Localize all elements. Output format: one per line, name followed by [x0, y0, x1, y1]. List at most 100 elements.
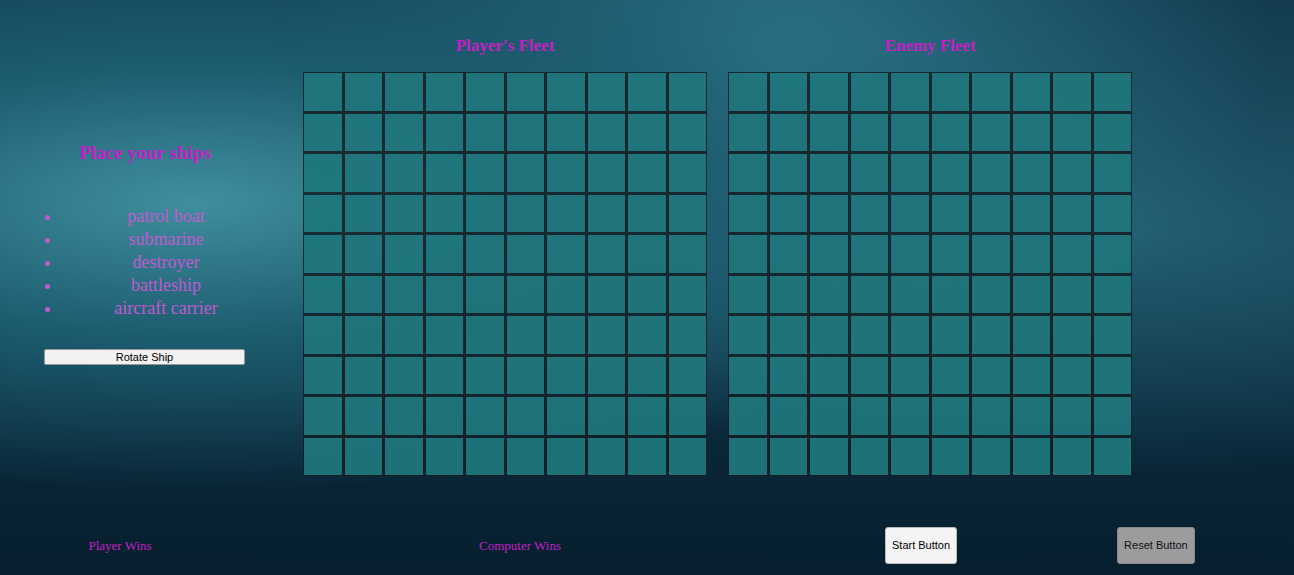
board-cell[interactable] — [669, 235, 707, 273]
board-cell[interactable] — [628, 235, 666, 273]
board-cell[interactable] — [466, 114, 504, 152]
board-cell[interactable] — [972, 114, 1010, 152]
board-cell[interactable] — [851, 438, 889, 476]
board-cell[interactable] — [972, 357, 1010, 395]
board-cell[interactable] — [972, 154, 1010, 192]
board-cell[interactable] — [547, 316, 585, 354]
board-cell[interactable] — [345, 438, 383, 476]
ship-item[interactable]: battleship — [62, 274, 290, 297]
board-cell[interactable] — [507, 73, 545, 111]
board-cell[interactable] — [669, 438, 707, 476]
board-cell[interactable] — [810, 114, 848, 152]
board-cell[interactable] — [669, 397, 707, 435]
board-cell[interactable] — [345, 114, 383, 152]
board-cell[interactable] — [547, 114, 585, 152]
board-cell[interactable] — [1053, 276, 1091, 314]
board-cell[interactable] — [770, 357, 808, 395]
board-cell[interactable] — [385, 154, 423, 192]
board-cell[interactable] — [426, 195, 464, 233]
board-cell[interactable] — [729, 235, 767, 273]
board-cell[interactable] — [304, 73, 342, 111]
board-cell[interactable] — [891, 438, 929, 476]
board-cell[interactable] — [1094, 114, 1132, 152]
board-cell[interactable] — [1013, 73, 1051, 111]
board-cell[interactable] — [932, 357, 970, 395]
board-cell[interactable] — [932, 154, 970, 192]
board-cell[interactable] — [466, 154, 504, 192]
board-cell[interactable] — [729, 195, 767, 233]
board-cell[interactable] — [972, 235, 1010, 273]
board-cell[interactable] — [304, 438, 342, 476]
board-cell[interactable] — [385, 114, 423, 152]
board-cell[interactable] — [669, 195, 707, 233]
board-cell[interactable] — [304, 195, 342, 233]
board-cell[interactable] — [507, 195, 545, 233]
board-cell[interactable] — [810, 154, 848, 192]
board-cell[interactable] — [1094, 438, 1132, 476]
board-cell[interactable] — [304, 357, 342, 395]
board-cell[interactable] — [1053, 397, 1091, 435]
board-cell[interactable] — [628, 73, 666, 111]
board-cell[interactable] — [507, 276, 545, 314]
board-cell[interactable] — [426, 73, 464, 111]
board-cell[interactable] — [628, 397, 666, 435]
board-cell[interactable] — [345, 397, 383, 435]
board-cell[interactable] — [932, 276, 970, 314]
board-cell[interactable] — [669, 357, 707, 395]
board-cell[interactable] — [507, 316, 545, 354]
board-cell[interactable] — [810, 195, 848, 233]
board-cell[interactable] — [466, 195, 504, 233]
board-cell[interactable] — [345, 276, 383, 314]
board-cell[interactable] — [729, 73, 767, 111]
board-cell[interactable] — [770, 397, 808, 435]
board-cell[interactable] — [345, 235, 383, 273]
board-cell[interactable] — [972, 316, 1010, 354]
rotate-button[interactable]: Rotate Ship — [44, 349, 245, 365]
board-cell[interactable] — [972, 438, 1010, 476]
board-cell[interactable] — [669, 276, 707, 314]
board-cell[interactable] — [507, 397, 545, 435]
board-cell[interactable] — [932, 114, 970, 152]
board-cell[interactable] — [729, 357, 767, 395]
board-cell[interactable] — [588, 235, 626, 273]
board-cell[interactable] — [972, 276, 1010, 314]
board-cell[interactable] — [426, 316, 464, 354]
board-cell[interactable] — [810, 438, 848, 476]
board-cell[interactable] — [932, 316, 970, 354]
board-cell[interactable] — [628, 316, 666, 354]
board-cell[interactable] — [385, 73, 423, 111]
board-cell[interactable] — [851, 276, 889, 314]
board-cell[interactable] — [507, 114, 545, 152]
board-cell[interactable] — [851, 397, 889, 435]
board-cell[interactable] — [1053, 154, 1091, 192]
board-cell[interactable] — [729, 276, 767, 314]
board-cell[interactable] — [385, 316, 423, 354]
board-cell[interactable] — [770, 195, 808, 233]
board-cell[interactable] — [1094, 195, 1132, 233]
board-cell[interactable] — [547, 195, 585, 233]
board-cell[interactable] — [972, 195, 1010, 233]
board-cell[interactable] — [1013, 438, 1051, 476]
board-cell[interactable] — [426, 397, 464, 435]
board-cell[interactable] — [588, 438, 626, 476]
board-cell[interactable] — [891, 276, 929, 314]
board-cell[interactable] — [547, 154, 585, 192]
board-cell[interactable] — [770, 114, 808, 152]
board-cell[interactable] — [770, 235, 808, 273]
board-cell[interactable] — [466, 276, 504, 314]
board-cell[interactable] — [507, 357, 545, 395]
board-cell[interactable] — [1094, 276, 1132, 314]
board-cell[interactable] — [1053, 73, 1091, 111]
board-cell[interactable] — [385, 276, 423, 314]
board-cell[interactable] — [972, 73, 1010, 111]
ship-item[interactable]: aircraft carrier — [62, 297, 290, 320]
board-cell[interactable] — [1094, 73, 1132, 111]
board-cell[interactable] — [628, 114, 666, 152]
board-cell[interactable] — [547, 397, 585, 435]
board-cell[interactable] — [588, 397, 626, 435]
board-cell[interactable] — [669, 114, 707, 152]
board-cell[interactable] — [547, 276, 585, 314]
board-cell[interactable] — [891, 195, 929, 233]
board-cell[interactable] — [770, 154, 808, 192]
board-cell[interactable] — [1013, 316, 1051, 354]
